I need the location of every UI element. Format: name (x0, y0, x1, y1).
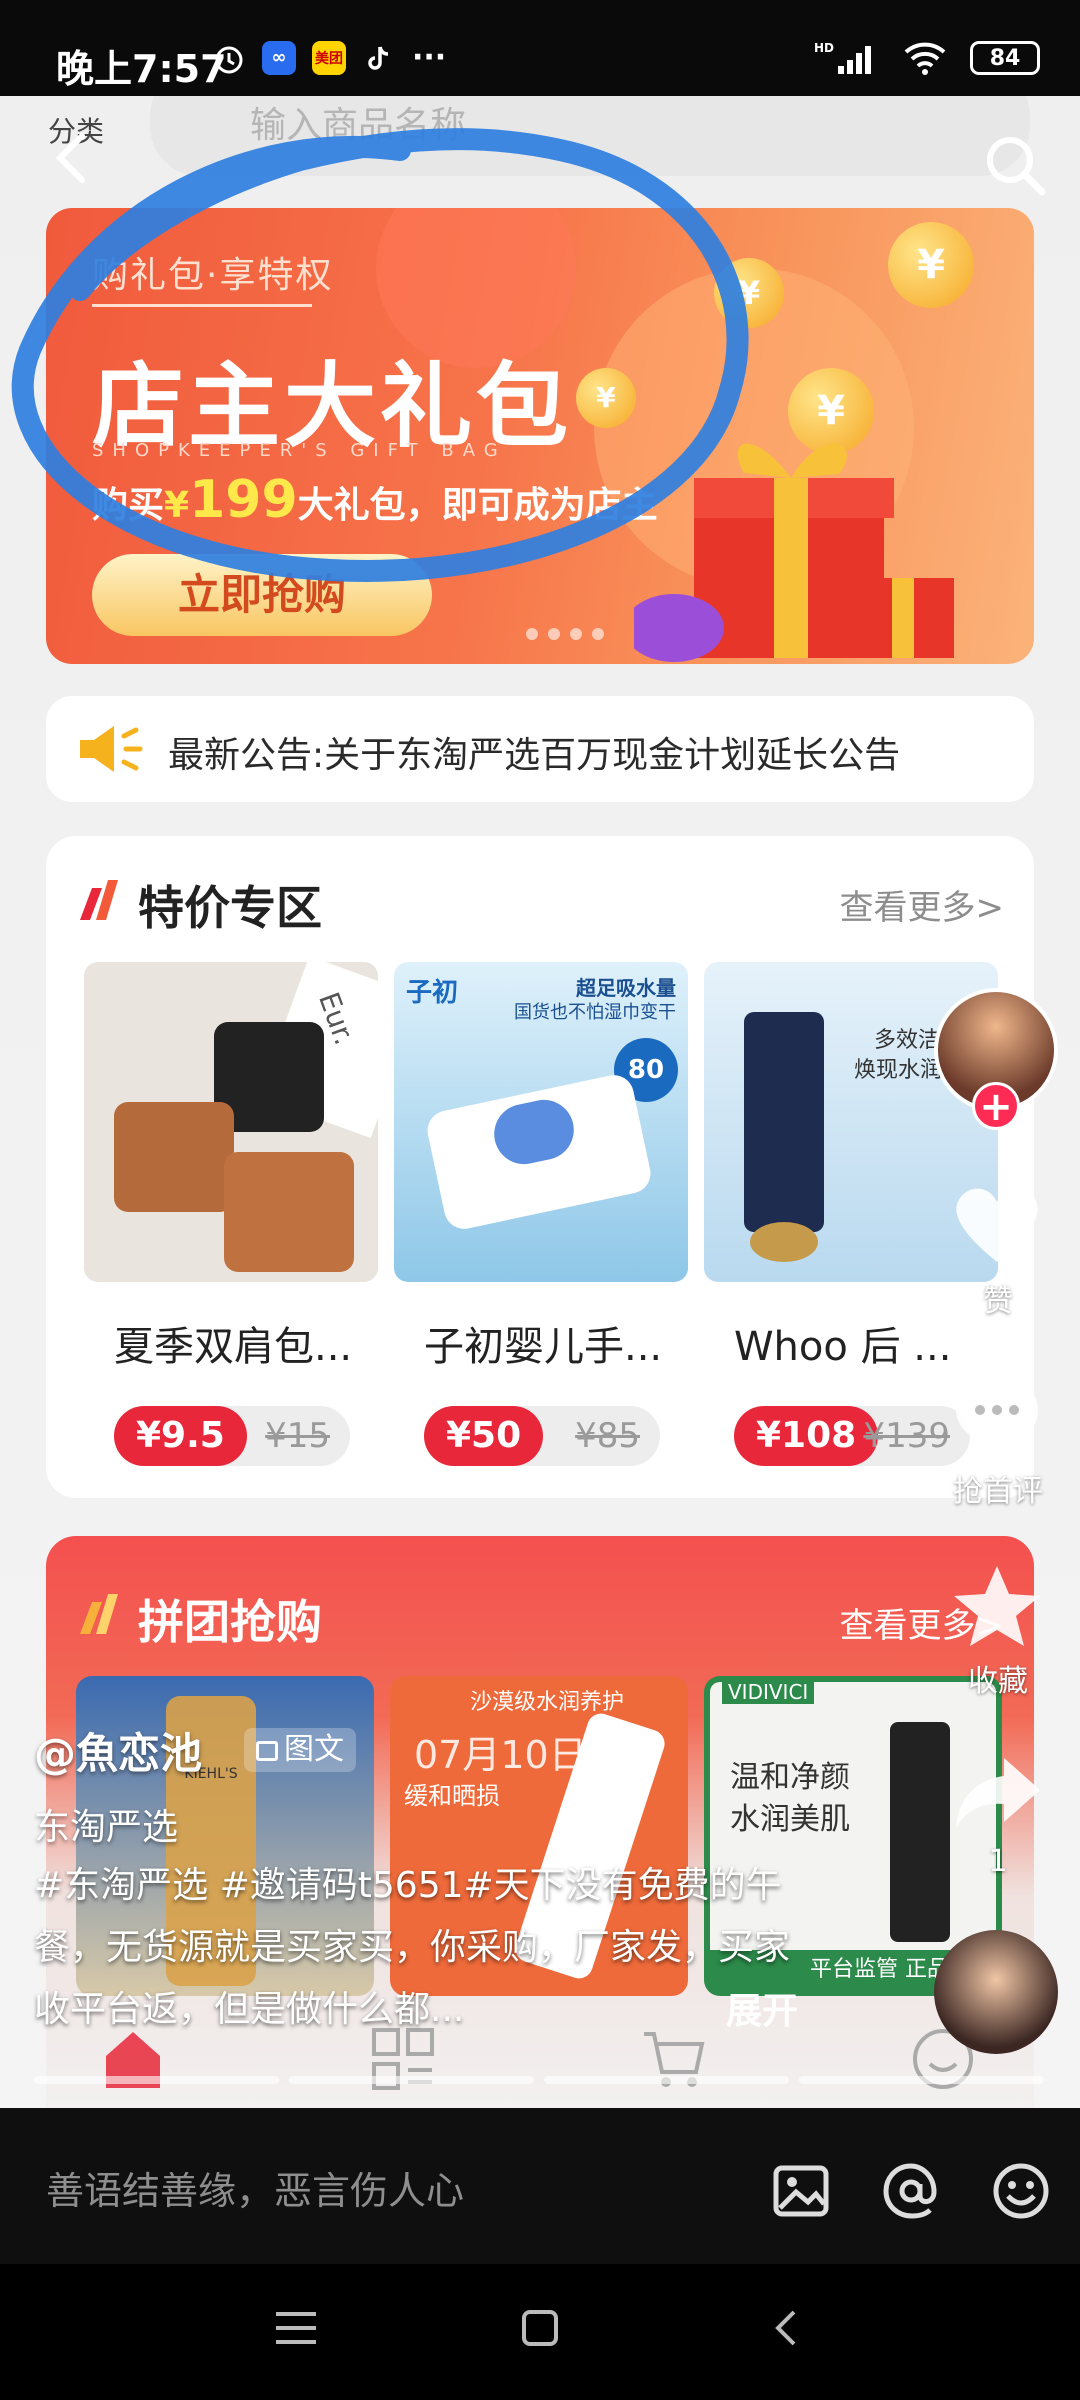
section-accent-icon (80, 880, 118, 920)
marker-scribble (11, 128, 749, 582)
post-type-tag: 图文 (244, 1728, 356, 1772)
progress-segment (799, 2076, 1044, 2084)
original-price: ¥85 (575, 1416, 640, 1456)
section-title: 拼团抢购 (138, 1595, 322, 1649)
status-time: 晚上7:57 (56, 47, 227, 91)
price-tag: ¥50 ¥85 (424, 1406, 660, 1466)
share-icon[interactable] (952, 1752, 1042, 1834)
more-notifications-icon: ··· (412, 40, 447, 75)
follow-button[interactable]: + (972, 1082, 1020, 1130)
status-bar: 晚上7:57 ∞ 美团 ··· HD 84 (0, 0, 1080, 96)
status-notification-icons: ∞ 美团 ··· (212, 40, 446, 75)
product-name: 子初婴儿手... (424, 1324, 663, 1370)
product-image-text: 多效洁 (874, 1028, 941, 1053)
progress-segment (544, 2076, 789, 2084)
menu-icon[interactable] (274, 2308, 318, 2348)
original-price: ¥15 (265, 1416, 330, 1456)
music-disc-avatar[interactable] (934, 1930, 1058, 2054)
alarm-icon (215, 46, 243, 73)
app-notification-icon: ∞ (262, 40, 296, 75)
author-username[interactable]: @魚恋池 (34, 1720, 202, 1781)
price-tag: ¥9.5 ¥15 (114, 1406, 350, 1466)
product-card[interactable]: 子初 超足吸水量 国货也不怕湿巾变干 80 子初婴儿手... ¥50 ¥85 (394, 962, 688, 1466)
tiktok-icon (368, 46, 389, 70)
product-image: Eur. (84, 962, 378, 1282)
battery-indicator: 84 (970, 41, 1040, 75)
heart-icon[interactable] (950, 1182, 1044, 1266)
svg-text:HD: HD (814, 41, 834, 55)
post-type-label: 图文 (284, 1732, 344, 1767)
emoji-icon[interactable] (992, 2162, 1050, 2220)
wifi-icon (904, 42, 946, 75)
megaphone-icon (80, 726, 143, 772)
home-nav-icon[interactable] (520, 2308, 560, 2348)
post-description: #东淘严选 #邀请码t5651#天下没有免费的午餐，无货源就是买家买，你采购，厂… (34, 1865, 791, 2030)
product-image-text: 超足吸水量 (576, 976, 676, 1000)
star-icon[interactable] (952, 1562, 1042, 1648)
share-count: 1 (988, 1844, 1008, 1879)
status-right: HD 84 (814, 40, 1040, 76)
tube-cap-shape (750, 1222, 818, 1262)
progress-segment (34, 2076, 279, 2084)
product-name: Whoo 后 ... (734, 1324, 952, 1370)
comment-label: 抢首评 (953, 1474, 1043, 1509)
comment-bar[interactable]: 善语结善缘，恶言伤人心 (0, 2108, 1080, 2264)
expand-button[interactable]: 展开 (726, 1982, 798, 2034)
comment-icon[interactable] (950, 1370, 1044, 1456)
current-price: ¥50 (424, 1406, 544, 1466)
system-nav-bar (0, 2264, 1080, 2400)
meituan-icon: 美团 (312, 40, 346, 75)
product-image-text: VIDIVICI (722, 1680, 815, 1704)
original-price: ¥139 (863, 1416, 950, 1456)
product-image-text: 水润美肌 (730, 1802, 850, 1837)
section-accent-icon (80, 1594, 118, 1634)
current-price: ¥108 (734, 1406, 879, 1466)
image-icon[interactable] (772, 2162, 830, 2220)
product-image-text: 子初 (406, 978, 459, 1008)
bag-shape (224, 1152, 354, 1272)
product-image: 子初 超足吸水量 国货也不怕湿巾变干 80 (394, 962, 688, 1282)
shop-name[interactable]: 东淘严选 (34, 1798, 178, 1850)
product-card[interactable]: Eur. 夏季双肩包... ¥9.5 ¥15 (84, 962, 378, 1466)
price-tag: ¥108 ¥139 (734, 1406, 970, 1466)
announcement-bar[interactable]: 最新公告:关于东淘严选百万现金计划延长公告 (46, 696, 1034, 802)
favorite-label: 收藏 (968, 1664, 1028, 1699)
product-image-text: 缓和晒损 (404, 1782, 500, 1810)
comment-tools (772, 2162, 1050, 2220)
comment-input[interactable]: 善语结善缘，恶言伤人心 (46, 2160, 464, 2215)
image-carousel-progress (34, 2076, 1044, 2084)
product-image-text: 沙漠级水润养护 (470, 1690, 625, 1715)
product-image-text: 国货也不怕湿巾变干 (514, 1002, 676, 1023)
progress-segment (289, 2076, 534, 2084)
tube-shape (744, 1012, 824, 1232)
current-price: ¥9.5 (114, 1406, 247, 1466)
bag-shape (114, 1102, 234, 1212)
special-price-section: 特价专区 查看更多> Eur. 夏季双肩包... ¥9.5 ¥15 子初 超足吸… (46, 836, 1034, 1498)
see-more-link[interactable]: 查看更多> (840, 880, 1005, 929)
product-image-text: 温和净颜 (730, 1760, 850, 1795)
product-name: 夏季双肩包... (114, 1324, 353, 1370)
back-nav-icon[interactable] (766, 2308, 806, 2348)
post-date: 07月10日 (414, 1733, 587, 1777)
announcement-text: 最新公告:关于东淘严选百万现金计划延长公告 (168, 735, 901, 776)
image-text-icon (256, 1741, 278, 1761)
like-label: 赞 (983, 1284, 1013, 1319)
signal-icon: HD (814, 41, 871, 74)
mention-icon[interactable] (882, 2162, 940, 2220)
section-title: 特价专区 (138, 881, 322, 935)
product-list: Eur. 夏季双肩包... ¥9.5 ¥15 子初 超足吸水量 国货也不怕湿巾变… (84, 962, 998, 1466)
tube-shape (890, 1722, 950, 1942)
